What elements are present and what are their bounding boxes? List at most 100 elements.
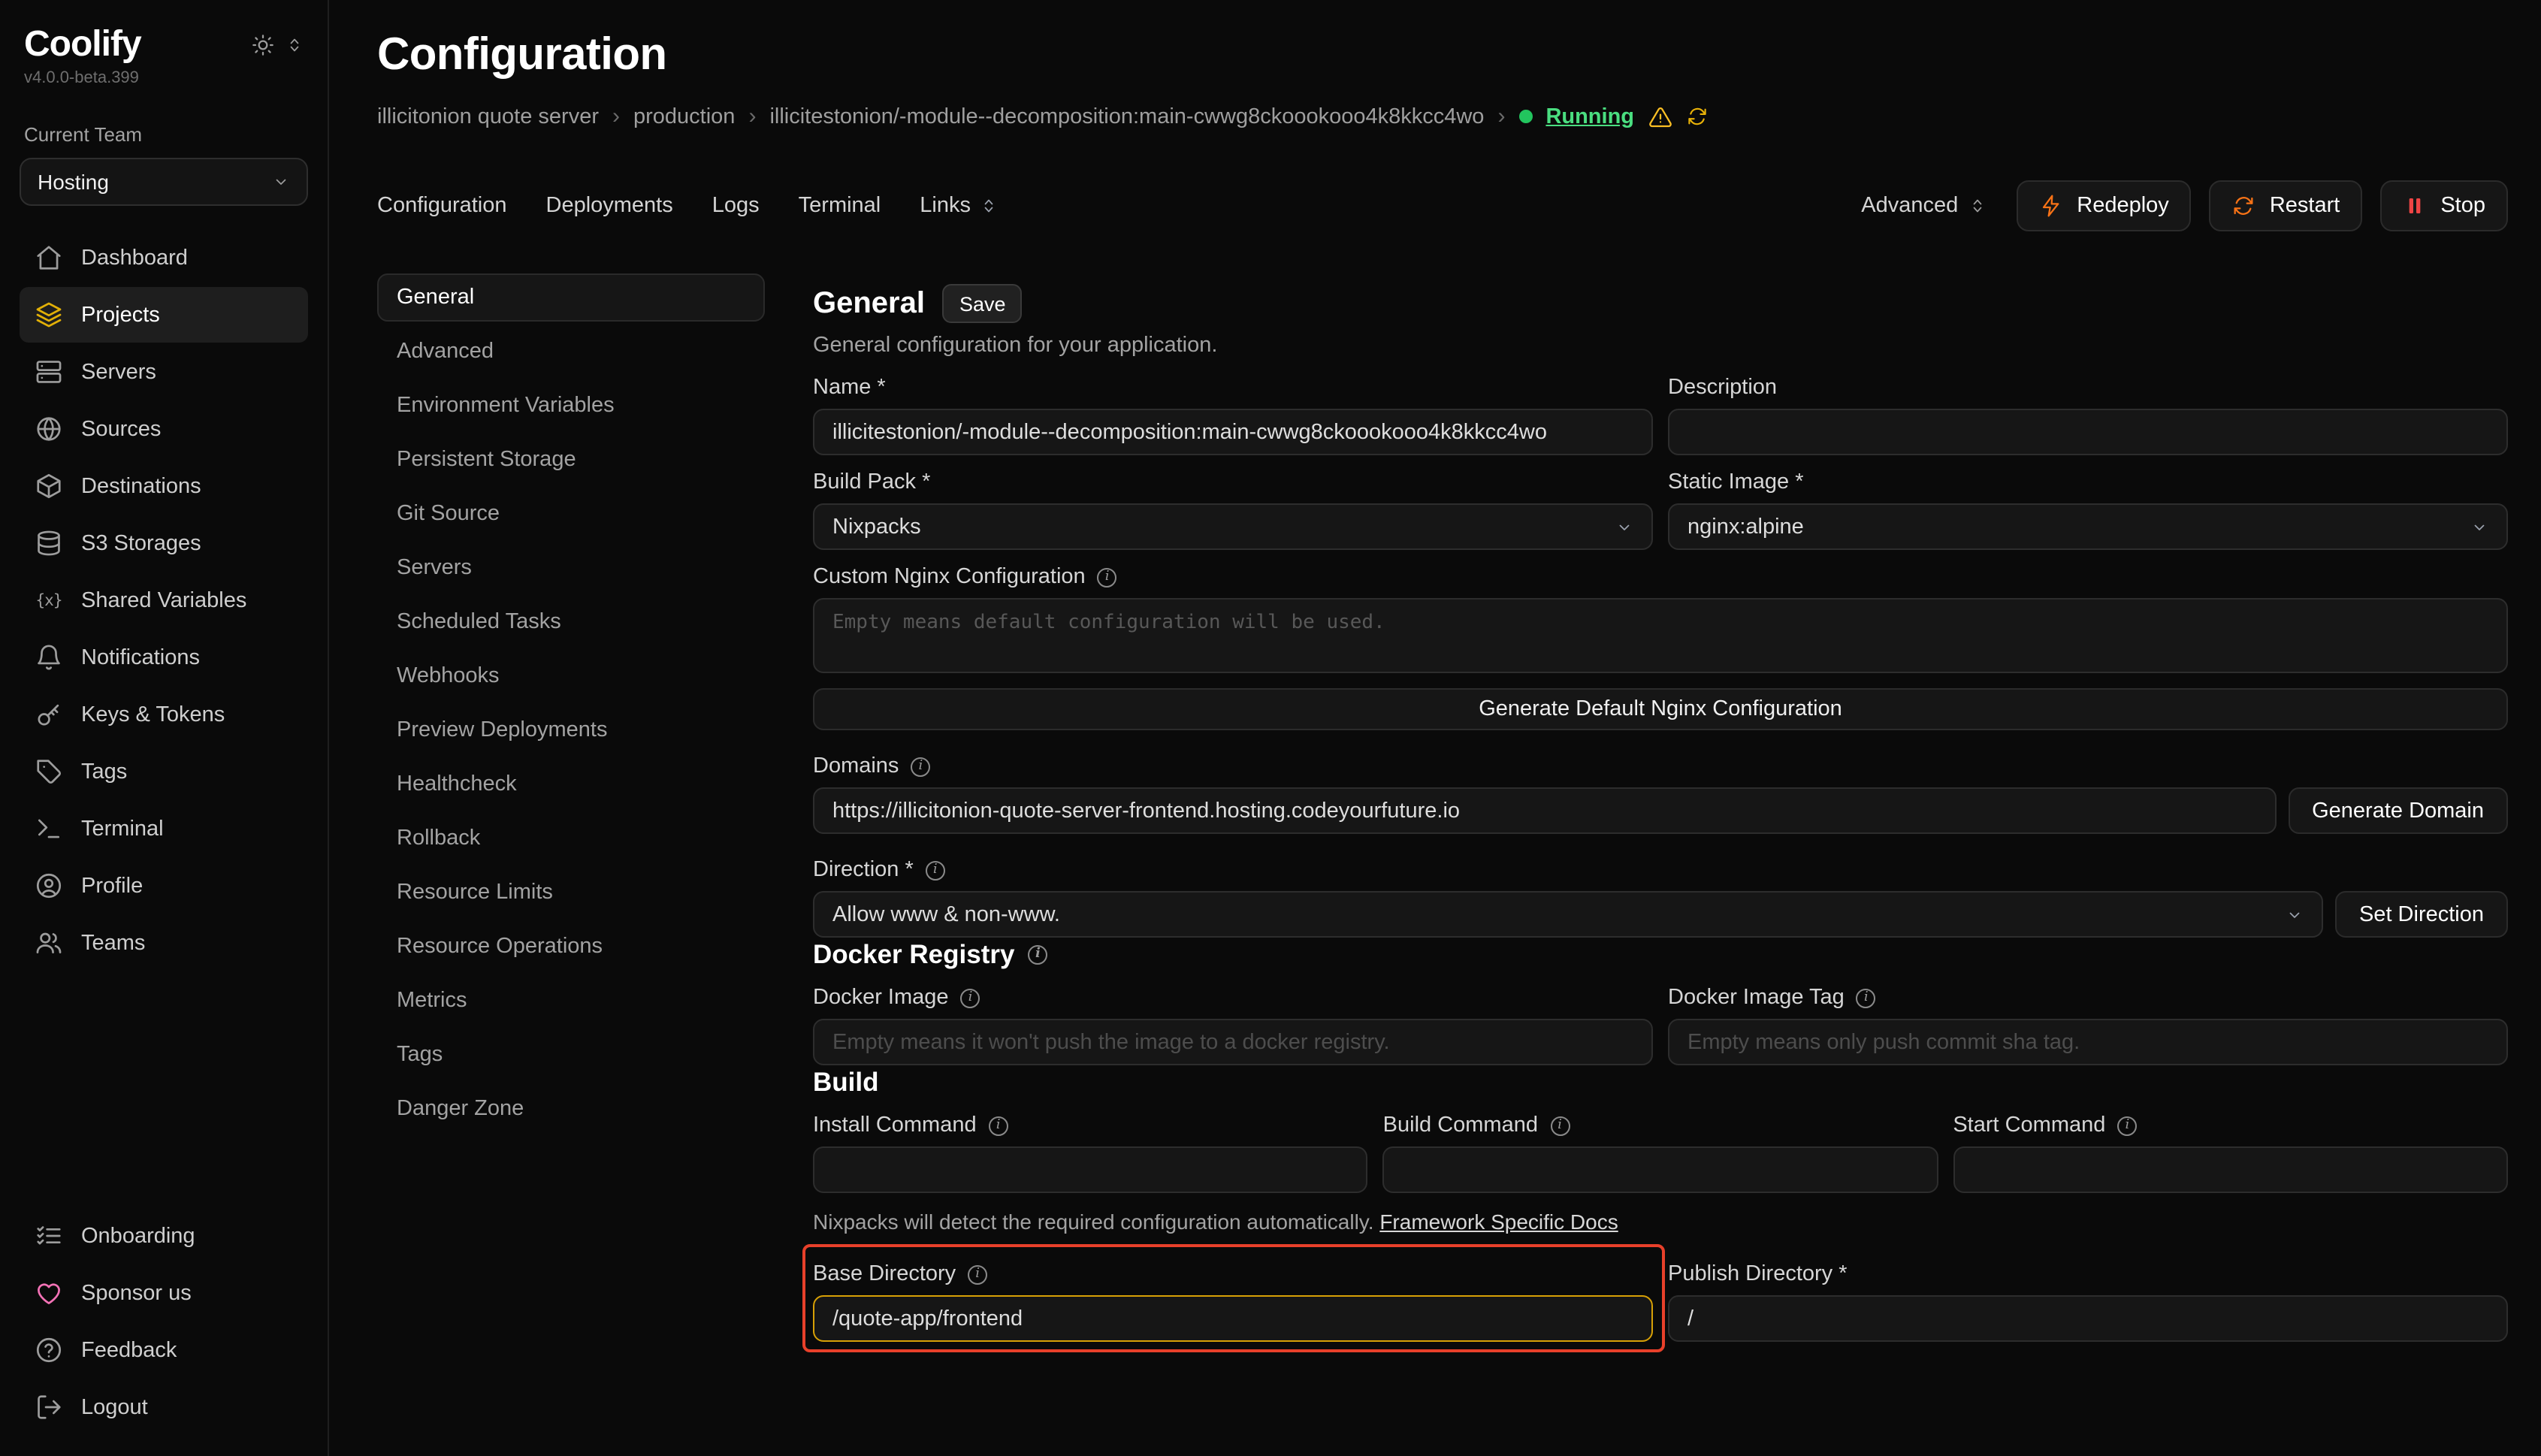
breadcrumb-project[interactable]: illicitonion quote server <box>377 104 599 128</box>
static-image-select[interactable]: nginx:alpine <box>1668 503 2508 550</box>
custom-nginx-textarea[interactable] <box>813 598 2508 673</box>
subnav-item-servers[interactable]: Servers <box>377 544 765 592</box>
sidebar-item-profile[interactable]: Profile <box>20 858 308 914</box>
tab-terminal[interactable]: Terminal <box>799 194 881 218</box>
sidebar-item-teams[interactable]: Teams <box>20 915 308 971</box>
theme-switch-chevrons-icon[interactable] <box>286 36 304 54</box>
tabsbar: Configuration Deployments Logs Terminal … <box>377 180 2508 231</box>
info-icon[interactable] <box>1098 568 1117 588</box>
sidebar-item-label: S3 Storages <box>81 531 201 555</box>
subnav-item-resource-operations[interactable]: Resource Operations <box>377 923 765 971</box>
info-icon[interactable] <box>968 1265 987 1285</box>
sidebar-item-s3-storages[interactable]: S3 Storages <box>20 515 308 571</box>
braces-icon: {x} <box>35 586 63 615</box>
build-command-input[interactable] <box>1383 1146 1938 1193</box>
sidebar-item-label: Destinations <box>81 474 201 498</box>
stop-label: Stop <box>2440 194 2485 218</box>
sidebar-item-notifications[interactable]: Notifications <box>20 630 308 685</box>
framework-docs-link[interactable]: Framework Specific Docs <box>1379 1210 1618 1234</box>
force-refresh-icon[interactable] <box>1685 105 1708 128</box>
direction-label: Direction * <box>813 858 2508 884</box>
base-directory-input[interactable] <box>813 1295 1653 1342</box>
docker-image-tag-input[interactable] <box>1668 1019 2508 1065</box>
theme-toggle-sun-icon[interactable] <box>251 33 275 57</box>
sidebar-item-destinations[interactable]: Destinations <box>20 458 308 514</box>
stop-button[interactable]: Stop <box>2380 180 2508 231</box>
subnav-item-preview-deployments[interactable]: Preview Deployments <box>377 706 765 754</box>
breadcrumb-application[interactable]: illicitestonion/-module--decomposition:m… <box>769 104 1484 128</box>
docker-image-input[interactable] <box>813 1019 1653 1065</box>
breadcrumb-environment[interactable]: production <box>633 104 735 128</box>
sidebar-item-onboarding[interactable]: Onboarding <box>20 1208 308 1264</box>
info-icon[interactable] <box>911 757 930 777</box>
info-icon[interactable] <box>961 989 980 1008</box>
install-command-input[interactable] <box>813 1146 1368 1193</box>
subnav-item-webhooks[interactable]: Webhooks <box>377 652 765 700</box>
sidebar-item-tags[interactable]: Tags <box>20 744 308 799</box>
tab-deployments[interactable]: Deployments <box>546 194 673 218</box>
subnav-item-persistent-storage[interactable]: Persistent Storage <box>377 436 765 484</box>
sidebar-item-dashboard[interactable]: Dashboard <box>20 230 308 285</box>
set-direction-button[interactable]: Set Direction <box>2335 891 2508 938</box>
sidebar-item-keys-tokens[interactable]: Keys & Tokens <box>20 687 308 742</box>
save-button[interactable]: Save <box>943 284 1023 323</box>
current-team-label: Current Team <box>20 123 308 146</box>
sidebar-item-projects[interactable]: Projects <box>20 287 308 343</box>
description-label: Description <box>1668 376 2508 401</box>
info-icon[interactable] <box>1857 989 1876 1008</box>
team-select[interactable]: Hosting <box>20 158 308 206</box>
info-icon[interactable] <box>1028 944 1047 964</box>
sidebar-item-servers[interactable]: Servers <box>20 344 308 400</box>
status-running-link[interactable]: Running <box>1545 104 1634 128</box>
sidebar-item-sources[interactable]: Sources <box>20 401 308 457</box>
restart-button[interactable]: Restart <box>2210 180 2363 231</box>
subnav-item-environment-variables[interactable]: Environment Variables <box>377 382 765 430</box>
subnav-item-resource-limits[interactable]: Resource Limits <box>377 868 765 917</box>
subnav-item-rollback[interactable]: Rollback <box>377 814 765 862</box>
info-icon[interactable] <box>926 861 945 881</box>
publish-directory-input[interactable] <box>1668 1295 2508 1342</box>
subnav-item-general[interactable]: General <box>377 273 765 322</box>
sidebar-item-label: Tags <box>81 760 127 784</box>
base-directory-field: Base Directory <box>813 1262 1653 1342</box>
subnav-item-healthcheck[interactable]: Healthcheck <box>377 760 765 808</box>
subnav-item-tags[interactable]: Tags <box>377 1031 765 1079</box>
build-pack-select[interactable]: Nixpacks <box>813 503 1653 550</box>
build-pack-field: Build Pack * Nixpacks <box>813 470 1653 550</box>
sidebar-nav: Dashboard Projects Servers Sources Desti… <box>20 230 308 971</box>
breadcrumb-separator <box>1497 104 1505 129</box>
app-logo: Coolify <box>24 24 141 66</box>
sidebar-item-logout[interactable]: Logout <box>20 1379 308 1435</box>
sidebar-item-feedback[interactable]: Feedback <box>20 1322 308 1378</box>
sidebar-item-shared-variables[interactable]: {x} Shared Variables <box>20 572 308 628</box>
tab-links[interactable]: Links <box>920 194 998 218</box>
name-input[interactable] <box>813 409 1653 455</box>
generate-domain-button[interactable]: Generate Domain <box>2288 787 2508 834</box>
redeploy-button[interactable]: Redeploy <box>2017 180 2192 231</box>
info-icon[interactable] <box>1550 1116 1570 1136</box>
sidebar-item-terminal[interactable]: Terminal <box>20 801 308 856</box>
redeploy-label: Redeploy <box>2077 194 2169 218</box>
subnav-item-scheduled-tasks[interactable]: Scheduled Tasks <box>377 598 765 646</box>
info-icon[interactable] <box>989 1116 1008 1136</box>
breadcrumb: illicitonion quote server production ill… <box>377 104 2508 129</box>
description-input[interactable] <box>1668 409 2508 455</box>
tab-logs[interactable]: Logs <box>712 194 760 218</box>
subnav-item-git-source[interactable]: Git Source <box>377 490 765 538</box>
generate-nginx-button[interactable]: Generate Default Nginx Configuration <box>813 688 2508 730</box>
warning-icon[interactable] <box>1648 104 1672 128</box>
start-command-input[interactable] <box>1953 1146 2508 1193</box>
info-icon[interactable] <box>2117 1116 2137 1136</box>
subnav-item-danger-zone[interactable]: Danger Zone <box>377 1085 765 1133</box>
sidebar-item-label: Logout <box>81 1395 148 1419</box>
tab-configuration[interactable]: Configuration <box>377 194 507 218</box>
list-checks-icon <box>35 1222 63 1250</box>
direction-select[interactable]: Allow www & non-www. <box>813 891 2323 938</box>
subnav-item-advanced[interactable]: Advanced <box>377 328 765 376</box>
subnav-item-metrics[interactable]: Metrics <box>377 977 765 1025</box>
advanced-dropdown[interactable]: Advanced <box>1861 194 1987 218</box>
chevrons-up-down-icon <box>980 197 998 215</box>
server-icon <box>35 358 63 386</box>
sidebar-item-sponsor-us[interactable]: Sponsor us <box>20 1265 308 1321</box>
domains-input[interactable] <box>813 787 2276 834</box>
